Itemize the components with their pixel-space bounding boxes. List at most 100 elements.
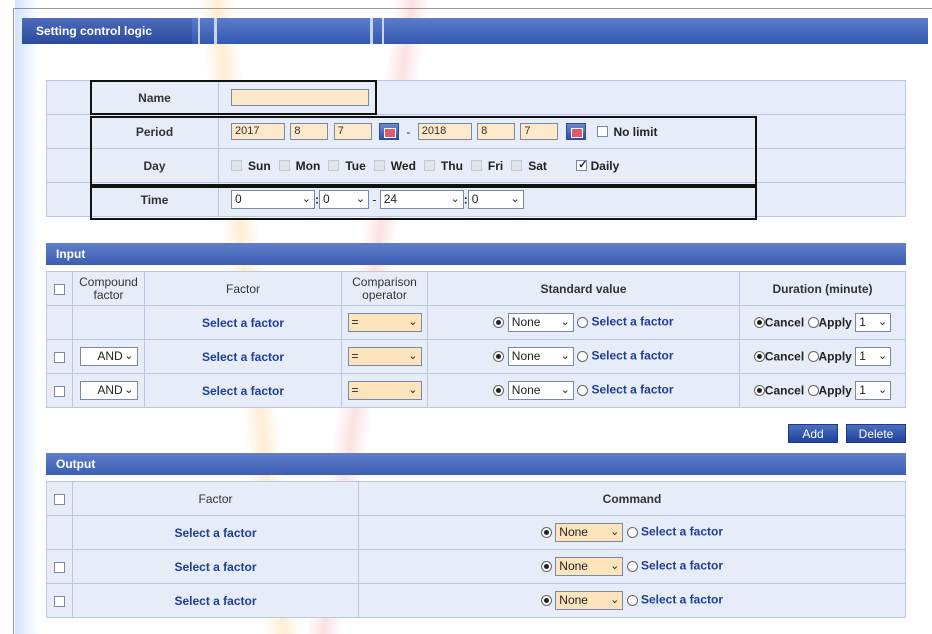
day-checkbox-thu[interactable] (423, 160, 435, 172)
day-checkbox-fri[interactable] (470, 160, 482, 172)
delete-button[interactable]: Delete (846, 424, 906, 443)
duration-select[interactable]: 1 ⌄ (855, 381, 892, 400)
day-checkbox-mon[interactable] (278, 160, 290, 172)
compound-select[interactable]: AND ⌄ (79, 347, 138, 366)
daily-checkbox[interactable]: ✓ (576, 159, 588, 172)
apply-label: Apply (818, 315, 852, 330)
cancel-radio[interactable] (753, 385, 765, 396)
factor-cell: Select a factor (144, 305, 342, 340)
command-none-radio[interactable] (540, 595, 552, 606)
compound-cell: AND ⌄ (72, 339, 145, 374)
start-month-input[interactable]: 8 (290, 123, 329, 140)
no-limit-checkbox[interactable] (597, 126, 609, 137)
duration-cell: Cancel Apply 1 ⌄ (739, 339, 906, 374)
command-select[interactable]: None ⌄ (555, 557, 624, 576)
period-row: Period 2017 8 7 - 2018 8 7 No limit (46, 114, 906, 149)
operator-value: = (351, 383, 359, 397)
input-row: AND ⌄ Select a factor = ⌄ None ⌄ Select a fac… (46, 373, 906, 408)
command-factor-radio[interactable] (626, 527, 638, 538)
calendar-icon[interactable] (565, 123, 586, 140)
end-year-input[interactable]: 2018 (417, 123, 472, 140)
compound-select[interactable]: AND ⌄ (79, 381, 138, 400)
chevron-down-icon: ⌄ (610, 560, 620, 572)
time-label: Time (90, 182, 219, 217)
day-checkbox-sat[interactable] (511, 160, 523, 172)
start-day-input[interactable]: 7 (333, 123, 372, 140)
name-row: Name (46, 80, 906, 115)
standard-value-cell: None ⌄ Select a factor (427, 373, 740, 408)
cancel-radio[interactable] (753, 317, 765, 328)
day-checkbox-sun[interactable] (231, 160, 242, 172)
standard-none-radio[interactable] (493, 351, 505, 362)
operator-select[interactable]: = ⌄ (347, 381, 422, 400)
row-checkbox[interactable] (54, 595, 65, 607)
apply-radio[interactable] (807, 385, 819, 396)
chevron-down-icon: ⌄ (510, 193, 520, 205)
duration-cell: Cancel Apply 1 ⌄ (739, 373, 906, 408)
end-month-input[interactable]: 8 (477, 123, 516, 140)
cancel-radio[interactable] (753, 351, 765, 362)
select-all-input-checkbox[interactable] (54, 283, 65, 295)
command-none-radio[interactable] (540, 561, 552, 572)
select-factor-link[interactable]: Select a factor (174, 560, 256, 574)
standard-select[interactable]: None ⌄ (507, 313, 574, 332)
apply-radio[interactable] (807, 351, 819, 362)
select-factor-link[interactable]: Select a factor (202, 384, 284, 398)
standard-none-radio[interactable] (493, 317, 505, 328)
command-factor-link[interactable]: Select a factor (641, 559, 723, 573)
command-factor-radio[interactable] (626, 595, 638, 606)
operator-cell: = ⌄ (341, 373, 428, 408)
duration-select[interactable]: 1 ⌄ (855, 347, 892, 366)
standard-none-radio[interactable] (493, 385, 505, 396)
operator-select[interactable]: = ⌄ (347, 347, 422, 366)
select-factor-link[interactable]: Select a factor (202, 316, 284, 330)
day-checkbox-wed[interactable] (373, 160, 385, 172)
standard-factor-radio[interactable] (577, 317, 589, 328)
command-select[interactable]: None ⌄ (555, 523, 624, 542)
command-select[interactable]: None ⌄ (555, 591, 624, 610)
start-minute-select[interactable]: 0 ⌄ (319, 190, 369, 209)
end-minute-select[interactable]: 0 ⌄ (467, 190, 524, 209)
calendar-icon[interactable] (379, 123, 400, 140)
select-factor-link[interactable]: Select a factor (174, 526, 256, 540)
start-year-input[interactable]: 2017 (231, 123, 285, 140)
day-checkbox-tue[interactable] (328, 160, 340, 172)
row-checkbox[interactable] (54, 385, 65, 397)
duration-select[interactable]: 1 ⌄ (855, 313, 892, 332)
add-button[interactable]: Add (788, 424, 838, 443)
select-all-output-checkbox[interactable] (54, 493, 65, 505)
command-none-radio[interactable] (540, 527, 552, 538)
standard-select[interactable]: None ⌄ (507, 381, 574, 400)
standard-factor-link[interactable]: Select a factor (591, 349, 673, 363)
row-checkbox[interactable] (54, 561, 65, 573)
command-factor-link[interactable]: Select a factor (641, 525, 723, 539)
end-hour-select[interactable]: 24 ⌄ (379, 190, 464, 209)
chevron-down-icon: ⌄ (124, 350, 134, 362)
standard-factor-link[interactable]: Select a factor (591, 383, 673, 397)
standard-factor-radio[interactable] (577, 351, 589, 362)
name-input[interactable] (231, 89, 369, 106)
input-row: Select a factor = ⌄ None ⌄ Select a factor C… (46, 305, 906, 340)
input-header-row: Compound factor Factor Comparison operat… (46, 271, 906, 306)
start-hour-select[interactable]: 0 ⌄ (231, 190, 315, 209)
title-bar-separator (198, 18, 200, 44)
select-factor-link[interactable]: Select a factor (202, 350, 284, 364)
operator-value: = (351, 349, 359, 363)
standard-factor-link[interactable]: Select a factor (591, 315, 673, 329)
chevron-down-icon: ⌄ (560, 316, 570, 328)
apply-label: Apply (818, 349, 852, 364)
chevron-down-icon: ⌄ (560, 384, 570, 396)
operator-select[interactable]: = ⌄ (347, 313, 422, 332)
standard-factor-radio[interactable] (577, 385, 589, 396)
day-checkboxes: Sun Mon Tue Wed Thu Fri Sat (231, 158, 547, 173)
command-factor-link[interactable]: Select a factor (641, 593, 723, 607)
standard-select[interactable]: None ⌄ (507, 347, 574, 366)
command-factor-radio[interactable] (626, 561, 638, 572)
output-factor-cell: Select a factor (72, 583, 359, 618)
standard-value-cell: None ⌄ Select a factor (427, 339, 740, 374)
select-factor-link[interactable]: Select a factor (174, 594, 256, 608)
apply-radio[interactable] (807, 317, 819, 328)
end-day-input[interactable]: 7 (520, 123, 559, 140)
row-checkbox[interactable] (54, 351, 65, 363)
input-table: Compound factor Factor Comparison operat… (46, 271, 906, 408)
